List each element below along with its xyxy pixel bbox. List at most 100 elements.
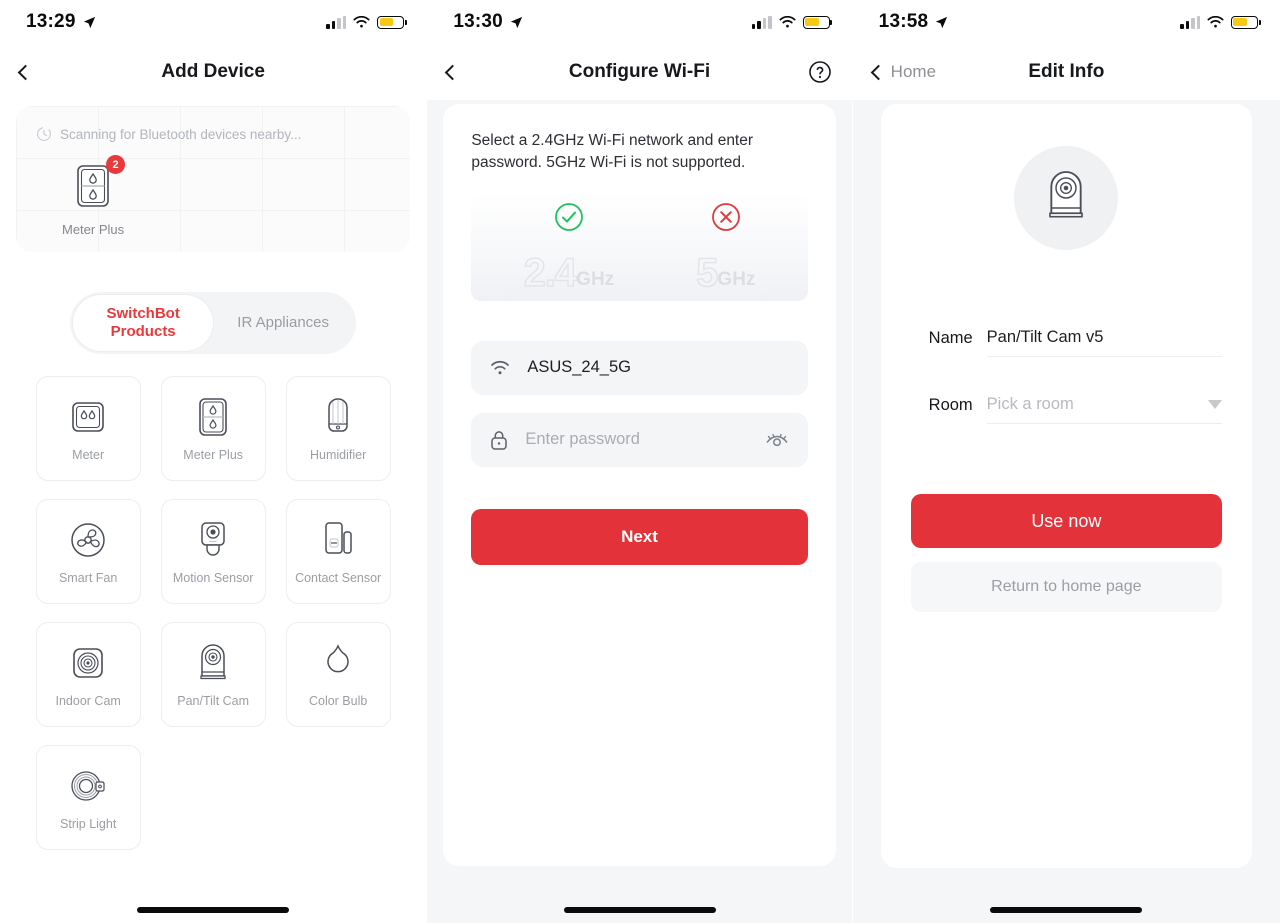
- band-label: 2.4 GHz: [523, 250, 615, 296]
- product-tile-label: Meter: [72, 448, 105, 462]
- scanning-card: Scanning for Bluetooth devices nearby...…: [16, 106, 411, 252]
- product-tile-strip-light[interactable]: Strip Light: [35, 745, 141, 850]
- color-bulb-icon: [321, 641, 355, 685]
- location-arrow-icon: [83, 16, 95, 28]
- cellular-signal-icon: [326, 15, 347, 29]
- product-tile-humidifier[interactable]: Humidifier: [285, 376, 391, 481]
- ssid-input[interactable]: ASUS_24_5G: [471, 340, 808, 395]
- next-button[interactable]: Next: [471, 508, 808, 565]
- chevron-down-icon: [1208, 400, 1222, 409]
- strip-light-icon: [67, 764, 109, 808]
- status-indicators: [326, 15, 407, 29]
- wifi-icon: [1207, 15, 1224, 28]
- screen-edit-info: 13:58 Home Edit Info Name Pan/Tilt Cam v…: [852, 0, 1280, 923]
- help-button[interactable]: [808, 60, 832, 84]
- band-2-4ghz: 2.4 GHz: [523, 201, 615, 296]
- product-tile-meter[interactable]: Meter: [35, 376, 141, 481]
- product-tile-label: Contact Sensor: [295, 571, 382, 585]
- wifi-icon: [491, 361, 510, 375]
- band-5ghz: 5 GHz: [695, 201, 755, 296]
- product-tile-meter-plus[interactable]: Meter Plus: [160, 376, 266, 481]
- password-placeholder: Enter password: [525, 430, 640, 449]
- product-tile-pan-tilt-cam[interactable]: Pan/Tilt Cam: [160, 622, 266, 727]
- tab-switchbot-products-label: SwitchBot Products: [106, 304, 180, 340]
- room-field-label: Room: [928, 396, 973, 414]
- page-title: Configure Wi-Fi: [568, 61, 711, 82]
- discovered-device[interactable]: 2 Meter Plus: [62, 155, 126, 237]
- back-button-label: Home: [890, 62, 937, 81]
- product-tile-smart-fan[interactable]: Smart Fan: [35, 499, 141, 604]
- product-tile-color-bulb[interactable]: Color Bulb: [285, 622, 391, 727]
- product-tile-label: Indoor Cam: [55, 694, 121, 708]
- tab-switchbot-products[interactable]: SwitchBot Products: [73, 295, 214, 351]
- band-number: 2.4: [523, 250, 578, 295]
- lock-icon: [491, 431, 508, 450]
- status-time: 13:58: [879, 11, 950, 33]
- home-indicator: [990, 907, 1143, 913]
- form-row-name: Name Pan/Tilt Cam v5: [911, 328, 1222, 357]
- name-input[interactable]: Pan/Tilt Cam v5: [986, 328, 1222, 357]
- status-indicators: [751, 15, 833, 29]
- avatar: [1014, 146, 1119, 250]
- back-button[interactable]: [17, 64, 34, 80]
- name-value: Pan/Tilt Cam v5: [986, 328, 1104, 346]
- humidifier-icon: [321, 395, 355, 439]
- band-label: 5 GHz: [695, 250, 755, 296]
- motion-sensor-icon: [193, 518, 233, 562]
- product-tile-label: Humidifier: [310, 448, 367, 462]
- nav-bar: Home Edit Info: [852, 44, 1280, 100]
- wifi-form-card: Select a 2.4GHz Wi-Fi network and enter …: [443, 104, 836, 866]
- tab-ir-appliances-label: IR Appliances: [237, 313, 330, 331]
- page-title: Add Device: [161, 61, 265, 82]
- status-bar: 13:58: [852, 0, 1280, 44]
- chevron-left-icon: [445, 64, 461, 80]
- return-home-button[interactable]: Return to home page: [910, 562, 1222, 612]
- device-info-form: Name Pan/Tilt Cam v5 Room Pick a room: [911, 328, 1222, 424]
- use-now-button[interactable]: Use now: [910, 494, 1222, 548]
- product-tile-indoor-cam[interactable]: Indoor Cam: [35, 622, 141, 727]
- nav-bar: Add Device: [0, 44, 427, 100]
- edit-info-card: Name Pan/Tilt Cam v5 Room Pick a room Us…: [880, 104, 1252, 868]
- product-tile-motion-sensor[interactable]: Motion Sensor: [160, 499, 266, 604]
- next-button-label: Next: [621, 526, 658, 546]
- nav-bar: Configure Wi-Fi: [427, 44, 852, 100]
- check-circle-icon: [554, 203, 583, 231]
- form-row-room: Room Pick a room: [911, 395, 1222, 424]
- pan-tilt-cam-icon: [195, 641, 231, 685]
- back-button[interactable]: [445, 64, 461, 80]
- wifi-instructions: Select a 2.4GHz Wi-Fi network and enter …: [471, 132, 754, 172]
- product-tile-contact-sensor[interactable]: Contact Sensor: [285, 499, 391, 604]
- product-tile-label: Pan/Tilt Cam: [177, 694, 250, 708]
- eye-hidden-icon[interactable]: [764, 430, 790, 450]
- question-circle-icon: [808, 61, 831, 83]
- tab-ir-appliances[interactable]: IR Appliances: [213, 295, 353, 351]
- band-unit: GHz: [576, 268, 615, 290]
- add-device-body: Scanning for Bluetooth devices nearby...…: [0, 106, 426, 890]
- meter-plus-icon: [197, 395, 229, 439]
- scanning-status: Scanning for Bluetooth devices nearby...: [16, 106, 410, 142]
- status-indicators: [1180, 15, 1261, 29]
- room-select[interactable]: Pick a room: [986, 395, 1222, 424]
- scanning-label: Scanning for Bluetooth devices nearby...: [60, 126, 302, 142]
- chevron-left-icon: [17, 64, 34, 80]
- battery-icon: [1231, 15, 1261, 29]
- status-time: 13:30: [453, 11, 524, 33]
- status-time-label: 13:30: [453, 11, 503, 32]
- chevron-left-icon: [870, 64, 886, 80]
- password-input[interactable]: Enter password: [471, 412, 808, 467]
- use-now-button-label: Use now: [1031, 510, 1102, 531]
- wifi-icon: [353, 15, 370, 28]
- back-to-home-button[interactable]: Home: [870, 62, 937, 82]
- battery-icon: [377, 15, 407, 29]
- location-arrow-icon: [510, 16, 523, 28]
- meter-plus-icon: 2: [75, 155, 126, 213]
- discovered-device-label: Meter Plus: [62, 222, 125, 237]
- screen-configure-wifi: 13:30 Configure Wi-Fi Select a 2.4GHz Wi…: [427, 0, 852, 923]
- product-tile-label: Color Bulb: [308, 694, 368, 708]
- product-tile-label: Meter Plus: [183, 448, 244, 462]
- screen-add-device: 13:29 Add Device Scanning for Bluetooth …: [0, 0, 427, 923]
- room-placeholder: Pick a room: [986, 395, 1074, 413]
- battery-icon: [802, 15, 833, 29]
- indoor-cam-icon: [68, 641, 108, 685]
- product-tile-label: Motion Sensor: [172, 571, 254, 585]
